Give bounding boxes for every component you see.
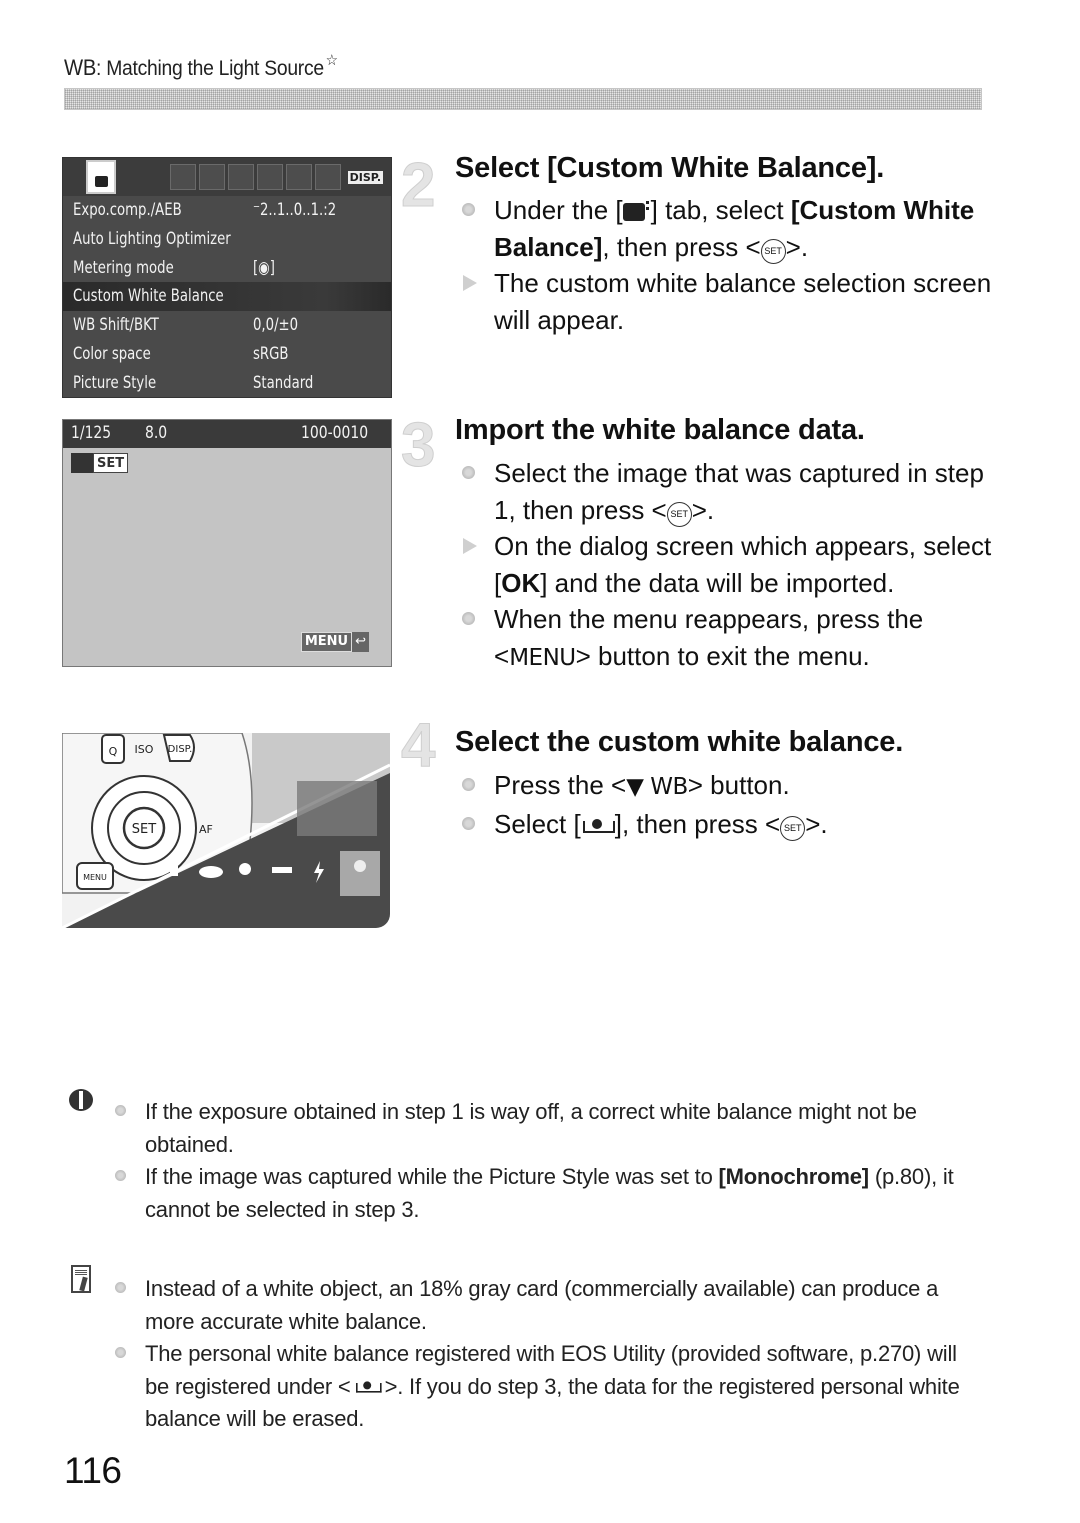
shooting-menu-icon bbox=[622, 201, 649, 221]
memo-notes: Instead of a white object, an 18% gray c… bbox=[115, 1273, 965, 1436]
disp-label: DISP. bbox=[168, 744, 193, 755]
fluorescent-wb-icon bbox=[272, 867, 292, 873]
menu-tab bbox=[153, 164, 167, 190]
set-button-icon: SET bbox=[780, 815, 806, 841]
playback-tab-icon bbox=[199, 164, 225, 190]
instruction-item: Select [], then press < SET >. bbox=[462, 808, 828, 841]
result-item: The custom white balance selection scree… bbox=[463, 268, 992, 335]
af-label: AF bbox=[199, 823, 213, 836]
menu-tab-bar: DISP. bbox=[63, 158, 391, 196]
menu-row: Expo.comp./AEB ⁻2..1..0..1.:2 bbox=[73, 200, 337, 220]
menu-row-selected: Custom White Balance bbox=[63, 282, 391, 312]
caution-notes: If the exposure obtained in step 1 is wa… bbox=[115, 1096, 965, 1226]
star-icon: ☆ bbox=[325, 52, 338, 69]
set-button-icon: SET bbox=[666, 501, 692, 527]
aperture: 8.0 bbox=[145, 423, 168, 443]
menu-tab bbox=[69, 164, 83, 190]
camera-playback-screen: 1/125 8.0 100-0010 SET MENU ↩ bbox=[62, 419, 392, 667]
custom-wb-selected bbox=[340, 851, 380, 896]
result-item: On the dialog screen which appears, sele… bbox=[463, 531, 992, 598]
wb-key-label: ▼ WB bbox=[626, 774, 688, 800]
menu-row: Auto Lighting Optimizer bbox=[73, 228, 231, 249]
memo-icon bbox=[71, 1265, 91, 1293]
camera-back-photo: Q ISO DISP. SET AF MENU bbox=[62, 733, 390, 928]
file-number: 100-0010 bbox=[301, 423, 369, 443]
menu-key-label: MENU bbox=[509, 644, 576, 671]
set-button-icon: SET bbox=[760, 238, 786, 264]
set-badge: SET bbox=[93, 453, 129, 473]
custom-wb-icon bbox=[71, 453, 93, 473]
step-number-4: 4 bbox=[400, 711, 436, 781]
instruction-item: Under the [] tab, select [Custom White B… bbox=[462, 195, 975, 264]
custom-wb-icon bbox=[354, 1379, 381, 1393]
menu-tab bbox=[119, 164, 133, 190]
iso-label: ISO bbox=[135, 743, 154, 756]
page-number: 116 bbox=[64, 1450, 122, 1491]
instruction-item: When the menu reappears, press the <MENU… bbox=[462, 604, 924, 671]
q-label: Q bbox=[109, 745, 118, 758]
menu-row: Color space sRGB bbox=[73, 343, 289, 364]
playback-tab-icon bbox=[170, 164, 196, 190]
note-item: The personal white balance registered wi… bbox=[115, 1341, 960, 1431]
menu-row: WB Shift/BKT 0,0/±0 bbox=[73, 315, 299, 336]
menu-row: Picture Style Standard bbox=[73, 372, 314, 393]
step-body: Select the image that was captured in st… bbox=[460, 455, 1000, 676]
cloudy-wb-icon bbox=[199, 866, 223, 878]
setup-tab-icon bbox=[257, 164, 283, 190]
shooting-tab-icon bbox=[86, 160, 116, 194]
set-label: SET bbox=[132, 822, 156, 837]
shutter-speed: 1/125 bbox=[71, 423, 112, 443]
return-icon: ↩ bbox=[352, 632, 369, 652]
section-title: : Matching the Light Source bbox=[96, 57, 324, 80]
step-number-2: 2 bbox=[400, 151, 436, 221]
step-title: Select [Custom White Balance]. bbox=[455, 152, 885, 184]
section-header: WB: Matching the Light Source ☆ bbox=[64, 52, 338, 81]
custom-wb-icon bbox=[581, 817, 615, 835]
shade-wb-icon bbox=[170, 866, 178, 876]
step-body: Press the <▼ WB> button. Select [], then… bbox=[460, 767, 1000, 842]
playback-info-bar: 1/125 8.0 100-0010 bbox=[63, 420, 391, 448]
note-item: If the image was captured while the Pict… bbox=[115, 1164, 954, 1222]
menu-label: MENU bbox=[83, 873, 107, 882]
menu-tab bbox=[136, 164, 150, 190]
note-item: Instead of a white object, an 18% gray c… bbox=[115, 1276, 939, 1334]
mymenu-tab-icon bbox=[315, 164, 341, 190]
menu-row: Metering mode [◉] bbox=[73, 257, 275, 278]
instruction-item: Press the <▼ WB> button. bbox=[462, 770, 790, 800]
step-title: Select the custom white balance. bbox=[455, 726, 904, 758]
setup-tab-icon bbox=[286, 164, 312, 190]
step-number-3: 3 bbox=[400, 411, 436, 481]
caution-icon bbox=[69, 1089, 93, 1111]
note-item: If the exposure obtained in step 1 is wa… bbox=[115, 1099, 917, 1157]
disp-badge: DISP. bbox=[347, 171, 383, 184]
step-body: Under the [] tab, select [Custom White B… bbox=[460, 192, 1000, 338]
camera-menu-screen: DISP. Expo.comp./AEB ⁻2..1..0..1.:2 Auto … bbox=[62, 157, 392, 398]
wb-abbrev: WB bbox=[64, 55, 97, 80]
setup-tab-icon bbox=[228, 164, 254, 190]
step-title: Import the white balance data. bbox=[455, 414, 865, 446]
menu-badge: MENU bbox=[300, 632, 353, 652]
instruction-item: Select the image that was captured in st… bbox=[462, 458, 984, 527]
tungsten-wb-icon bbox=[239, 863, 251, 875]
header-divider-bar bbox=[64, 88, 982, 110]
